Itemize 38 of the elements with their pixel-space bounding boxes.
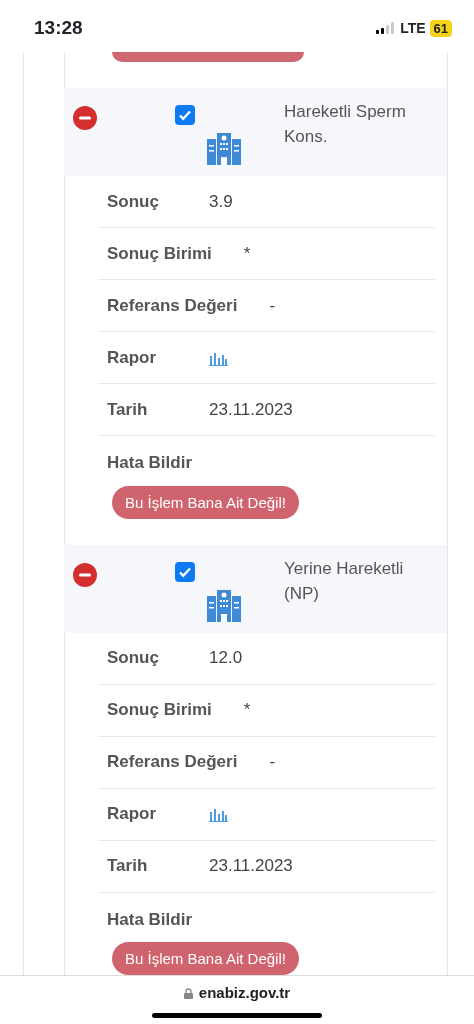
lock-icon (183, 987, 193, 999)
field-label: Rapor (107, 803, 158, 826)
field-label: Tarih (107, 398, 149, 421)
field-value: - (269, 751, 276, 774)
field-label: Rapor (107, 346, 158, 369)
checkmark-icon (178, 108, 192, 122)
checkbox[interactable] (175, 561, 195, 582)
report-button[interactable]: Bu İşlem Bana Ait Değil! (112, 942, 299, 975)
field-value: * (243, 699, 251, 722)
field-value: 23.11.2023 (209, 398, 293, 421)
remove-icon[interactable] (73, 106, 97, 130)
field-value: * (243, 242, 251, 265)
test-name: Hareketli Sperm Kons. (284, 101, 407, 148)
field-label: Tarih (107, 855, 149, 878)
field-label: Sonuç (107, 647, 160, 670)
home-indicator[interactable] (152, 1012, 322, 1018)
field-label: Hata Bildir (107, 452, 193, 474)
url-text[interactable]: enabiz.gov.tr (198, 982, 291, 1005)
bar-chart-icon[interactable] (209, 806, 228, 822)
report-button[interactable] (112, 52, 304, 62)
checkbox[interactable] (175, 105, 195, 125)
field-value: 12.0 (209, 647, 243, 670)
field-label: Hata Bildir (107, 908, 193, 931)
field-value: - (269, 294, 276, 317)
field-value: 23.11.2023 (209, 855, 293, 878)
test-name: Yerine Hareketli (NP) (284, 557, 405, 605)
field-value: 3.9 (209, 190, 233, 213)
remove-icon[interactable] (73, 562, 97, 587)
field-label: Referans Değeri (107, 751, 238, 774)
status-time: 13:28 (34, 15, 83, 40)
field-label: Referans Değeri (107, 294, 238, 317)
field-label: Sonuç (107, 190, 160, 213)
field-label: Sonuç Birimi (107, 242, 212, 265)
battery-level: 61 (429, 19, 452, 37)
field-label: Sonuç Birimi (107, 699, 212, 722)
network-type: LTE (400, 18, 426, 38)
signal-icon (376, 22, 395, 34)
report-button[interactable]: Bu İşlem Bana Ait Değil! (112, 485, 299, 519)
